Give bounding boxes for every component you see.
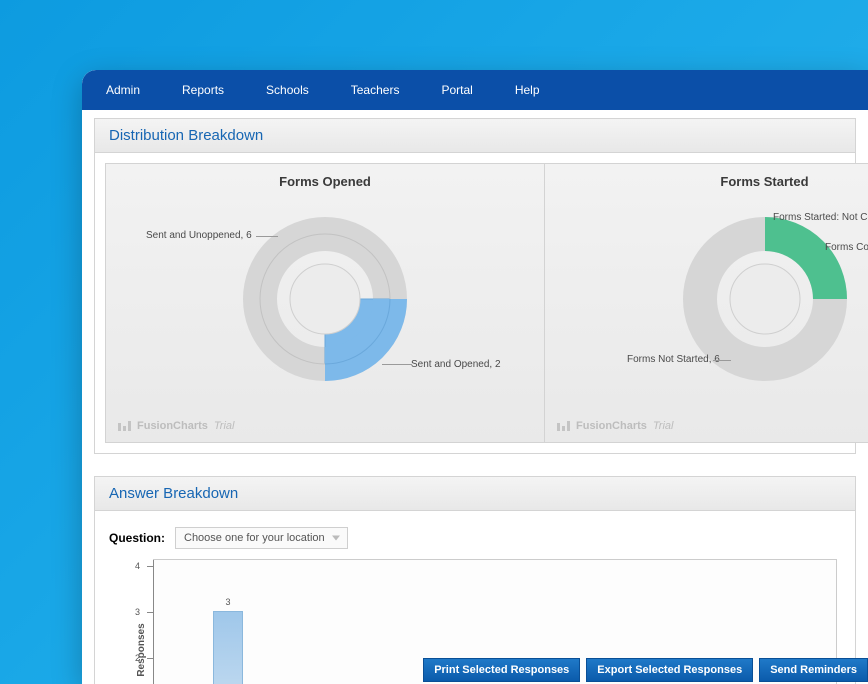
chart-bars-icon xyxy=(118,421,131,431)
chart-title-opened: Forms Opened xyxy=(106,164,544,189)
print-selected-button[interactable]: Print Selected Responses xyxy=(423,658,580,682)
callout-unopened: Sent and Unoppened, 6 xyxy=(146,230,252,241)
bar-1 xyxy=(213,611,243,684)
chart-forms-started: Forms Started Forms Not Started, 6 Forms… xyxy=(545,163,868,443)
nav-teachers[interactable]: Teachers xyxy=(351,83,400,97)
callout-completed: Forms Completed xyxy=(825,242,868,253)
send-reminders-button[interactable]: Send Reminders xyxy=(759,658,868,682)
chart-forms-opened: Forms Opened Sent and xyxy=(105,163,545,443)
nav-portal[interactable]: Portal xyxy=(441,83,472,97)
donut-chart-opened xyxy=(240,214,410,384)
nav-reports[interactable]: Reports xyxy=(182,83,224,97)
chart-bars-icon xyxy=(557,421,570,431)
answer-panel-title: Answer Breakdown xyxy=(95,477,855,511)
question-select[interactable]: Choose one for your location xyxy=(175,527,348,549)
app-window: Admin Reports Schools Teachers Portal He… xyxy=(82,70,868,684)
export-selected-button[interactable]: Export Selected Responses xyxy=(586,658,753,682)
question-row: Question: Choose one for your location xyxy=(105,521,845,559)
answer-panel: Answer Breakdown Question: Choose one fo… xyxy=(94,476,856,684)
y-tick: 2 xyxy=(135,653,140,663)
distribution-panel-title: Distribution Breakdown xyxy=(95,119,855,153)
y-tick: 4 xyxy=(135,561,140,571)
distribution-panel: Distribution Breakdown Forms Opened xyxy=(94,118,856,454)
nav-admin[interactable]: Admin xyxy=(106,83,140,97)
callout-not-started: Forms Not Started, 6 xyxy=(627,354,720,365)
question-label: Question: xyxy=(109,531,165,545)
distribution-panel-body: Forms Opened Sent and xyxy=(95,153,855,453)
fusioncharts-watermark: FusionCharts Trial xyxy=(557,420,673,432)
callout-opened: Sent and Opened, 2 xyxy=(411,359,501,370)
nav-schools[interactable]: Schools xyxy=(266,83,309,97)
charts-row: Forms Opened Sent and xyxy=(105,163,845,443)
fusioncharts-watermark: FusionCharts Trial xyxy=(118,420,234,432)
bar-1-label: 3 xyxy=(213,597,243,607)
top-nav: Admin Reports Schools Teachers Portal He… xyxy=(82,70,868,110)
nav-help[interactable]: Help xyxy=(515,83,540,97)
callout-started-not-complete: Forms Started: Not Completed xyxy=(773,212,868,223)
action-buttons: Print Selected Responses Export Selected… xyxy=(423,658,868,682)
chart-title-started: Forms Started xyxy=(545,164,868,189)
y-tick: 3 xyxy=(135,607,140,617)
y-axis-title: Responses xyxy=(136,623,147,676)
